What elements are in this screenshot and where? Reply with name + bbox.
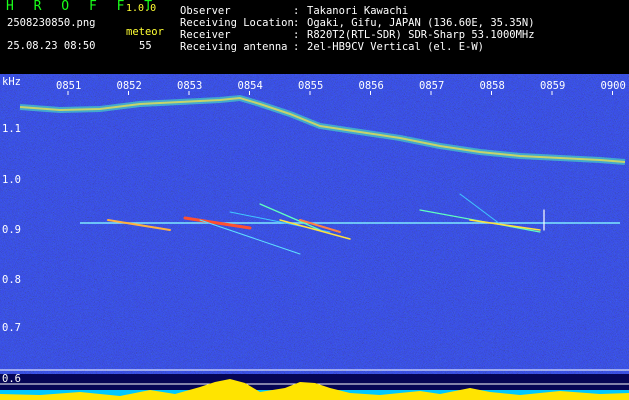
- time-tick-label: 0856: [359, 80, 384, 92]
- receiver-value: R820T2(RTL-SDR) SDR-Sharp 53.1000MHz: [307, 29, 535, 41]
- waterfall-plot: kHz 0851 0852 0853 0854 0855 0856 0857 0858 0859…: [0, 74, 629, 400]
- antenna-value: 2el-HB9CV Vertical (el. E-W): [307, 41, 485, 53]
- frequency-tick-label: 0.7: [2, 322, 21, 334]
- frequency-tick-label: 0.9: [2, 224, 21, 236]
- time-tick-label: 0857: [419, 80, 444, 92]
- antenna-colon: :: [293, 41, 300, 53]
- time-tick-label: 0851: [56, 80, 81, 92]
- time-tick-label: 0853: [177, 80, 202, 92]
- meteor-count: 55: [139, 40, 152, 52]
- time-tick-label: 0900: [601, 80, 626, 92]
- antenna-label: Receiving antenna: [180, 41, 288, 53]
- app-version: 1.0.0: [126, 3, 157, 14]
- observer-value: Takanori Kawachi: [307, 5, 409, 17]
- frequency-tick-label: 1.1: [2, 123, 21, 135]
- time-tick-label: 0854: [238, 80, 263, 92]
- receiver-label: Receiver: [180, 29, 231, 41]
- location-value: Ogaki, Gifu, JAPAN (136.60E, 35.35N): [307, 17, 535, 29]
- time-tick-label: 0852: [117, 80, 142, 92]
- time-tick-label: 0859: [540, 80, 565, 92]
- location-colon: :: [293, 17, 300, 29]
- location-label: Receiving Location: [180, 17, 294, 29]
- axis-unit: kHz: [2, 76, 21, 88]
- observer-label: Observer: [180, 5, 231, 17]
- timestamp: 25.08.23 08:50: [7, 40, 96, 52]
- frequency-tick-label: 0.8: [2, 274, 21, 286]
- file-name: 2508230850.png: [7, 17, 96, 29]
- header-panel: H R O F F T 1.0.0 2508230850.png meteor …: [0, 0, 629, 74]
- observer-colon: :: [293, 5, 300, 17]
- frequency-tick-label: 1.0: [2, 174, 21, 186]
- time-tick-label: 0855: [298, 80, 323, 92]
- time-tick-label: 0858: [480, 80, 505, 92]
- receiver-colon: :: [293, 29, 300, 41]
- meteor-label: meteor: [126, 26, 164, 38]
- frequency-tick-label: 0.6: [2, 373, 21, 385]
